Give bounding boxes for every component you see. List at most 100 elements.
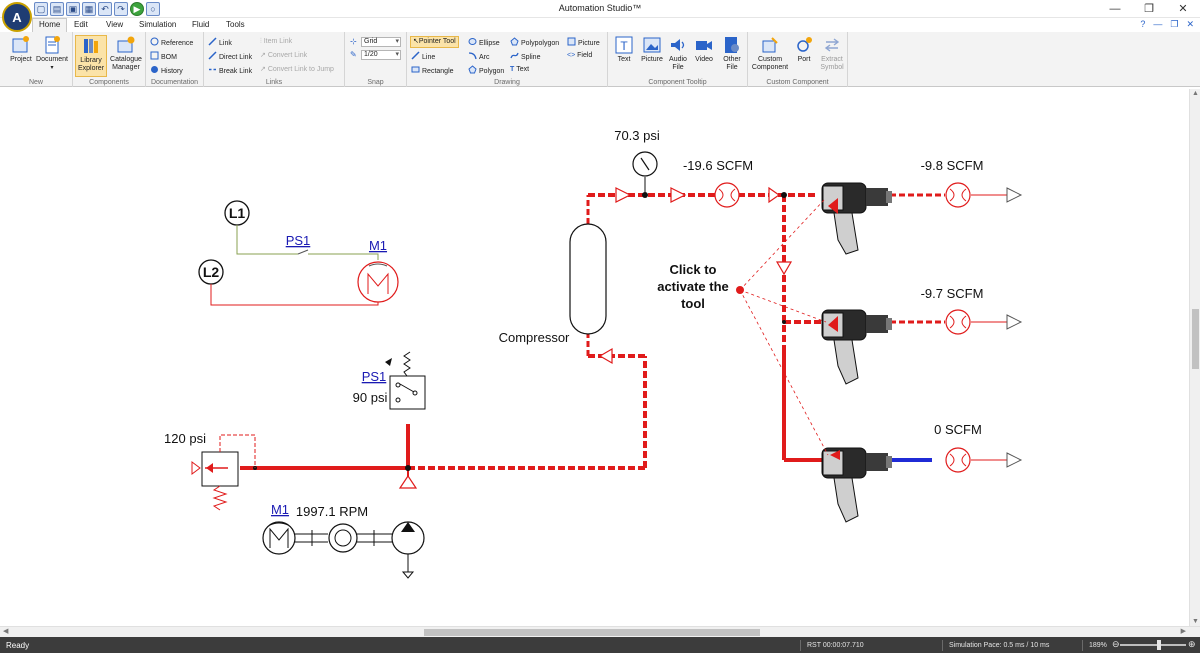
document-button[interactable]: Document ▾ xyxy=(33,35,71,72)
vertical-scrollbar[interactable]: ▲ ▼ xyxy=(1189,89,1200,626)
doc-close-icon[interactable]: ✕ xyxy=(1186,19,1194,30)
help-icon[interactable]: ? xyxy=(1140,19,1145,30)
line-tool-button[interactable]: Line xyxy=(411,51,435,63)
motor-pump-unit[interactable] xyxy=(262,521,425,579)
ps1-switch-label[interactable]: PS1 xyxy=(362,369,387,384)
horizontal-scrollbar[interactable]: ◀ ▶ xyxy=(0,626,1200,637)
picture-tool-button[interactable]: Picture xyxy=(567,37,600,49)
scroll-left-icon[interactable]: ◀ xyxy=(3,627,8,635)
exhaust-ports xyxy=(1006,187,1023,468)
bom-button[interactable]: BOM xyxy=(150,51,177,63)
convert-link-button[interactable]: ↗ Convert Link xyxy=(260,51,307,61)
vertical-scroll-thumb[interactable] xyxy=(1192,309,1199,369)
polygon-icon xyxy=(468,65,477,74)
spline-tool-button[interactable]: Spline xyxy=(510,51,540,63)
compressor-tank[interactable] xyxy=(569,223,607,335)
reference-button[interactable]: Reference xyxy=(150,37,193,49)
custom-component-button[interactable]: Custom Component xyxy=(750,35,790,72)
impact-wrench-2[interactable] xyxy=(821,309,892,385)
ellipse-tool-button[interactable]: Ellipse xyxy=(468,37,500,49)
tooltip-picture-button[interactable]: Picture xyxy=(638,35,666,64)
scroll-up-icon[interactable]: ▲ xyxy=(1190,90,1200,97)
horizontal-scroll-thumb[interactable] xyxy=(424,629,760,636)
maximize-button[interactable]: ❐ xyxy=(1132,0,1166,18)
motor-m1-top[interactable] xyxy=(357,261,399,303)
relief-valve[interactable] xyxy=(191,434,256,511)
flow-tool2-reading: -9.7 SCFM xyxy=(921,286,984,301)
picture-icon xyxy=(567,37,576,46)
history-button[interactable]: History xyxy=(150,65,183,77)
scroll-right-icon[interactable]: ▶ xyxy=(1181,627,1186,635)
ps1-contact[interactable] xyxy=(297,249,309,255)
port-button[interactable]: Port xyxy=(790,35,818,64)
flow-meter-tool1[interactable] xyxy=(945,182,971,208)
field-tool-button[interactable]: <> Field xyxy=(567,51,592,61)
snap-ratio-select[interactable]: 1/20 xyxy=(361,50,401,60)
ribbon: Project Document ▾ New Library Explorer C… xyxy=(0,32,1200,87)
arc-tool-button[interactable]: Arc xyxy=(468,51,490,63)
tab-simulation[interactable]: Simulation xyxy=(133,19,182,30)
convert-link-icon: ↗ xyxy=(260,52,268,59)
pressure-gauge[interactable] xyxy=(632,151,658,195)
pneumatic-diagram[interactable]: L1 L2 PS1 M1 Compressor PS1 90 psi 120 p… xyxy=(0,89,1189,626)
compressor-label: Compressor xyxy=(499,330,570,345)
custom-component-icon xyxy=(762,37,778,53)
direct-link-icon xyxy=(208,51,217,60)
break-link-button[interactable]: Break Link xyxy=(208,65,252,77)
m1-bottom-label[interactable]: M1 xyxy=(271,502,289,517)
ps1-contact-label[interactable]: PS1 xyxy=(286,233,311,248)
impact-wrench-3[interactable] xyxy=(821,447,892,523)
polypolygon-tool-button[interactable]: Polypolygon xyxy=(510,37,559,49)
minimize-button[interactable]: — xyxy=(1098,0,1132,18)
rectangle-tool-button[interactable]: Rectangle xyxy=(411,65,454,77)
close-button[interactable]: ✕ xyxy=(1166,0,1200,18)
grid-icon: ⊹ xyxy=(350,37,357,46)
item-link-button[interactable]: ⫶ Item Link xyxy=(260,37,292,47)
m1-top-label[interactable]: M1 xyxy=(369,238,387,253)
tooltip-video-button[interactable]: Video xyxy=(690,35,718,64)
tab-view[interactable]: View xyxy=(100,19,129,30)
ps1-setting-label: 90 psi xyxy=(353,390,388,405)
direct-link-button[interactable]: Direct Link xyxy=(208,51,252,63)
convert-jump-icon: ↗ xyxy=(260,66,268,73)
grid-select[interactable]: Grid xyxy=(361,37,401,47)
zoom-level: 189% xyxy=(1082,640,1107,651)
tooltip-text-button[interactable]: T Text xyxy=(610,35,638,64)
flow-meter-tool3[interactable] xyxy=(945,447,971,473)
scroll-down-icon[interactable]: ▼ xyxy=(1190,618,1200,625)
extract-symbol-button[interactable]: Extract Symbol xyxy=(816,35,848,72)
rectangle-icon xyxy=(411,66,420,73)
tab-fluid[interactable]: Fluid xyxy=(186,19,215,30)
history-icon xyxy=(151,66,158,73)
tab-edit[interactable]: Edit xyxy=(68,19,94,30)
diagram-canvas[interactable]: L1 L2 PS1 M1 Compressor PS1 90 psi 120 p… xyxy=(0,89,1189,626)
convert-link-to-jump-button[interactable]: ↗ Convert Link to Jump xyxy=(260,65,334,75)
pressure-switch-ps1[interactable] xyxy=(385,351,426,410)
callout-dot[interactable] xyxy=(736,286,744,294)
app-logo-icon[interactable]: A xyxy=(2,2,32,32)
library-explorer-button[interactable]: Library Explorer xyxy=(75,35,107,77)
flow-meter-tool2[interactable] xyxy=(945,309,971,335)
text-tool-button[interactable]: T Text xyxy=(510,65,529,75)
tooltip-audio-button[interactable]: Audio File xyxy=(664,35,692,72)
power-wire-l2 xyxy=(210,284,379,306)
window-title: Automation Studio™ xyxy=(558,3,642,13)
group-new: Project Document ▾ New xyxy=(0,32,73,87)
tab-tools[interactable]: Tools xyxy=(220,19,251,30)
restore-icon[interactable]: ❐ xyxy=(1170,19,1178,30)
ribbon-minimize-icon[interactable]: — xyxy=(1153,19,1162,30)
zoom-out-icon[interactable]: ⊖ xyxy=(1112,639,1120,650)
impact-wrench-1[interactable] xyxy=(821,182,892,255)
pointer-tool-button[interactable]: ↖Pointer Tool xyxy=(410,36,459,48)
catalogue-manager-button[interactable]: Catalogue Manager xyxy=(108,35,144,72)
zoom-in-icon[interactable]: ⊕ xyxy=(1188,639,1196,650)
group-components: Library Explorer Catalogue Manager Compo… xyxy=(73,32,146,87)
tooltip-other-file-button[interactable]: Other File xyxy=(717,35,747,72)
zoom-slider[interactable] xyxy=(1120,644,1186,646)
tab-home[interactable]: Home xyxy=(32,18,68,32)
link-button[interactable]: Link xyxy=(208,37,232,49)
flow-meter-main[interactable] xyxy=(714,182,740,208)
polygon-tool-button[interactable]: Polygon xyxy=(468,65,504,77)
ribbon-tabs: Home Edit View Simulation Fluid Tools ? … xyxy=(0,18,1200,32)
zoom-slider-knob[interactable] xyxy=(1157,640,1161,650)
